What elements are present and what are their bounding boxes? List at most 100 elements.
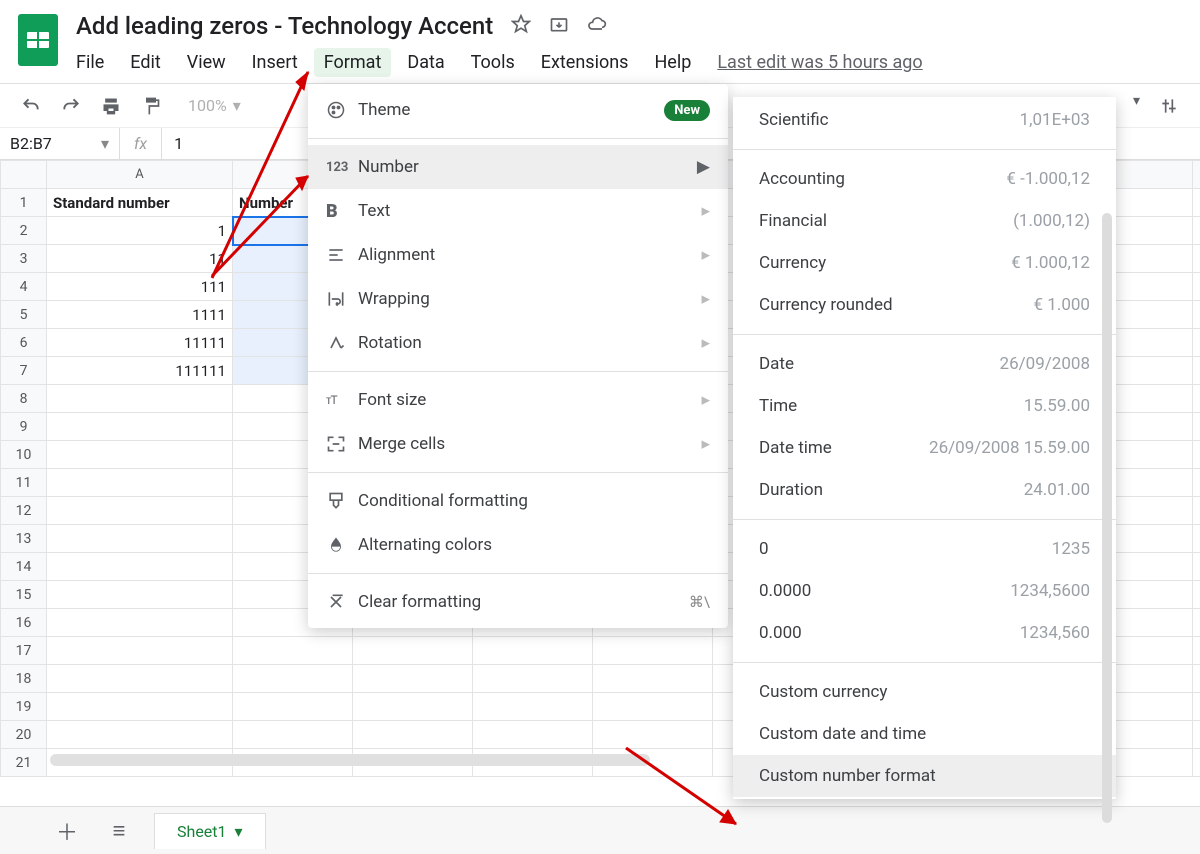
sheets-logo[interactable] [18, 14, 58, 66]
format-dropdown: Theme New 123 Number ▶ B Text ▸ Alignmen… [308, 84, 728, 628]
move-icon[interactable] [549, 12, 569, 40]
row-header[interactable]: 9 [1, 413, 47, 441]
row-header[interactable]: 16 [1, 609, 47, 637]
cell-a6[interactable]: 11111 [47, 329, 233, 357]
num-duration[interactable]: Duration 24.01.00 [733, 469, 1116, 511]
last-edit-link[interactable]: Last edit was 5 hours ago [717, 52, 922, 73]
row-header[interactable]: 10 [1, 441, 47, 469]
number-icon: 123 [326, 160, 358, 175]
row-header[interactable]: 20 [1, 721, 47, 749]
fx-label: fx [120, 128, 162, 159]
menu-data[interactable]: Data [407, 52, 444, 73]
num-fmt-0000[interactable]: 0.0000 1234,5600 [733, 570, 1116, 612]
format-alignment[interactable]: Alignment ▸ [308, 233, 728, 277]
row-header[interactable]: 15 [1, 581, 47, 609]
sheet-tab-label: Sheet1 [177, 822, 227, 841]
num-currency[interactable]: Currency € 1.000,12 [733, 242, 1116, 284]
cell-a2[interactable]: 1 [47, 217, 233, 245]
formula-input[interactable]: 1 [162, 134, 195, 153]
num-custom-date-time[interactable]: Custom date and time [733, 713, 1116, 755]
num-accounting[interactable]: Accounting € -1.000,12 [733, 158, 1116, 200]
num-fmt-000[interactable]: 0.000 1234,560 [733, 612, 1116, 654]
num-time[interactable]: Time 15.59.00 [733, 385, 1116, 427]
num-date-time[interactable]: Date time 26/09/2008 15.59.00 [733, 427, 1116, 469]
num-financial[interactable]: Financial (1.000,12) [733, 200, 1116, 242]
menu-insert[interactable]: Insert [252, 52, 298, 73]
row-header[interactable]: 6 [1, 329, 47, 357]
num-custom-number-format[interactable]: Custom number format [733, 755, 1116, 797]
format-wrapping[interactable]: Wrapping ▸ [308, 277, 728, 321]
row-header[interactable]: 12 [1, 497, 47, 525]
wrap-icon [326, 289, 358, 309]
format-number[interactable]: 123 Number ▶ [308, 145, 728, 189]
undo-button[interactable] [18, 93, 44, 119]
format-rotation[interactable]: Rotation ▸ [308, 321, 728, 365]
row-header[interactable]: 19 [1, 693, 47, 721]
all-sheets-button[interactable]: ≡ [102, 814, 136, 848]
print-button[interactable] [98, 93, 124, 119]
cell-a3[interactable]: 11 [47, 245, 233, 273]
menu-format[interactable]: Format [314, 48, 392, 77]
row-header[interactable]: 13 [1, 525, 47, 553]
submenu-scrollbar[interactable] [1102, 213, 1112, 823]
chevron-right-icon: ▸ [701, 245, 710, 265]
row-header[interactable]: 3 [1, 245, 47, 273]
star-icon[interactable] [511, 12, 531, 40]
row-header[interactable]: 14 [1, 553, 47, 581]
row-header[interactable]: 21 [1, 749, 47, 777]
menu-view[interactable]: View [187, 52, 226, 73]
cell-a5[interactable]: 1111 [47, 301, 233, 329]
document-title[interactable]: Add leading zeros - Technology Accent [76, 12, 493, 40]
zoom-selector[interactable]: 100% ▾ [188, 96, 241, 115]
row-header[interactable]: 8 [1, 385, 47, 413]
number-format-submenu: Scientific 1,01E+03 Accounting € -1.000,… [733, 97, 1116, 799]
cell-a4[interactable]: 111 [47, 273, 233, 301]
paint-format-button[interactable] [138, 93, 164, 119]
format-alternating-colors[interactable]: Alternating colors [308, 523, 728, 567]
format-font-size[interactable]: ᴛT Font size ▸ [308, 378, 728, 422]
format-theme[interactable]: Theme New [308, 88, 728, 132]
row-header[interactable]: 5 [1, 301, 47, 329]
row-header[interactable]: 7 [1, 357, 47, 385]
num-date[interactable]: Date 26/09/2008 [733, 343, 1116, 385]
row-header[interactable]: 1 [1, 189, 47, 217]
horizontal-scrollbar[interactable] [50, 754, 650, 766]
menu-tools[interactable]: Tools [471, 52, 515, 73]
menu-help[interactable]: Help [654, 52, 691, 73]
chevron-down-icon: ▾ [1133, 93, 1140, 119]
row-header[interactable]: 2 [1, 217, 47, 245]
toolbar-icon-right-2[interactable] [1156, 93, 1182, 119]
cell-a7[interactable]: 111111 [47, 357, 233, 385]
shortcut-label: ⌘\ [689, 593, 710, 611]
clear-format-icon [326, 592, 358, 612]
format-text[interactable]: B Text ▸ [308, 189, 728, 233]
cell-a1[interactable]: Standard number [47, 189, 233, 217]
row-header[interactable]: 4 [1, 273, 47, 301]
menu-file[interactable]: File [76, 52, 104, 73]
sheet-tab[interactable]: Sheet1 ▾ [154, 813, 266, 849]
row-header[interactable]: 17 [1, 637, 47, 665]
title-bar: Add leading zeros - Technology Accent Fi… [0, 0, 1200, 84]
add-sheet-button[interactable]: ＋ [50, 814, 84, 848]
num-scientific[interactable]: Scientific 1,01E+03 [733, 99, 1116, 141]
num-custom-currency[interactable]: Custom currency [733, 671, 1116, 713]
row-header[interactable]: 18 [1, 665, 47, 693]
chevron-right-icon: ▸ [701, 201, 710, 221]
select-all-cell[interactable] [1, 161, 47, 189]
format-merge-cells[interactable]: Merge cells ▸ [308, 422, 728, 466]
chevron-down-icon: ▾ [235, 822, 243, 841]
palette-icon [326, 100, 358, 120]
col-header-a[interactable]: A [47, 161, 233, 189]
bold-icon: B [326, 201, 358, 222]
menu-edit[interactable]: Edit [130, 52, 160, 73]
cloud-icon[interactable] [587, 12, 607, 40]
name-box[interactable]: B2:B7 ▾ [0, 128, 120, 159]
num-currency-rounded[interactable]: Currency rounded € 1.000 [733, 284, 1116, 326]
format-clear-formatting[interactable]: Clear formatting ⌘\ [308, 580, 728, 624]
num-fmt-0[interactable]: 0 1235 [733, 528, 1116, 570]
menu-extensions[interactable]: Extensions [541, 52, 629, 73]
row-header[interactable]: 11 [1, 469, 47, 497]
format-conditional-formatting[interactable]: Conditional formatting [308, 479, 728, 523]
redo-button[interactable] [58, 93, 84, 119]
name-box-value: B2:B7 [10, 134, 52, 153]
